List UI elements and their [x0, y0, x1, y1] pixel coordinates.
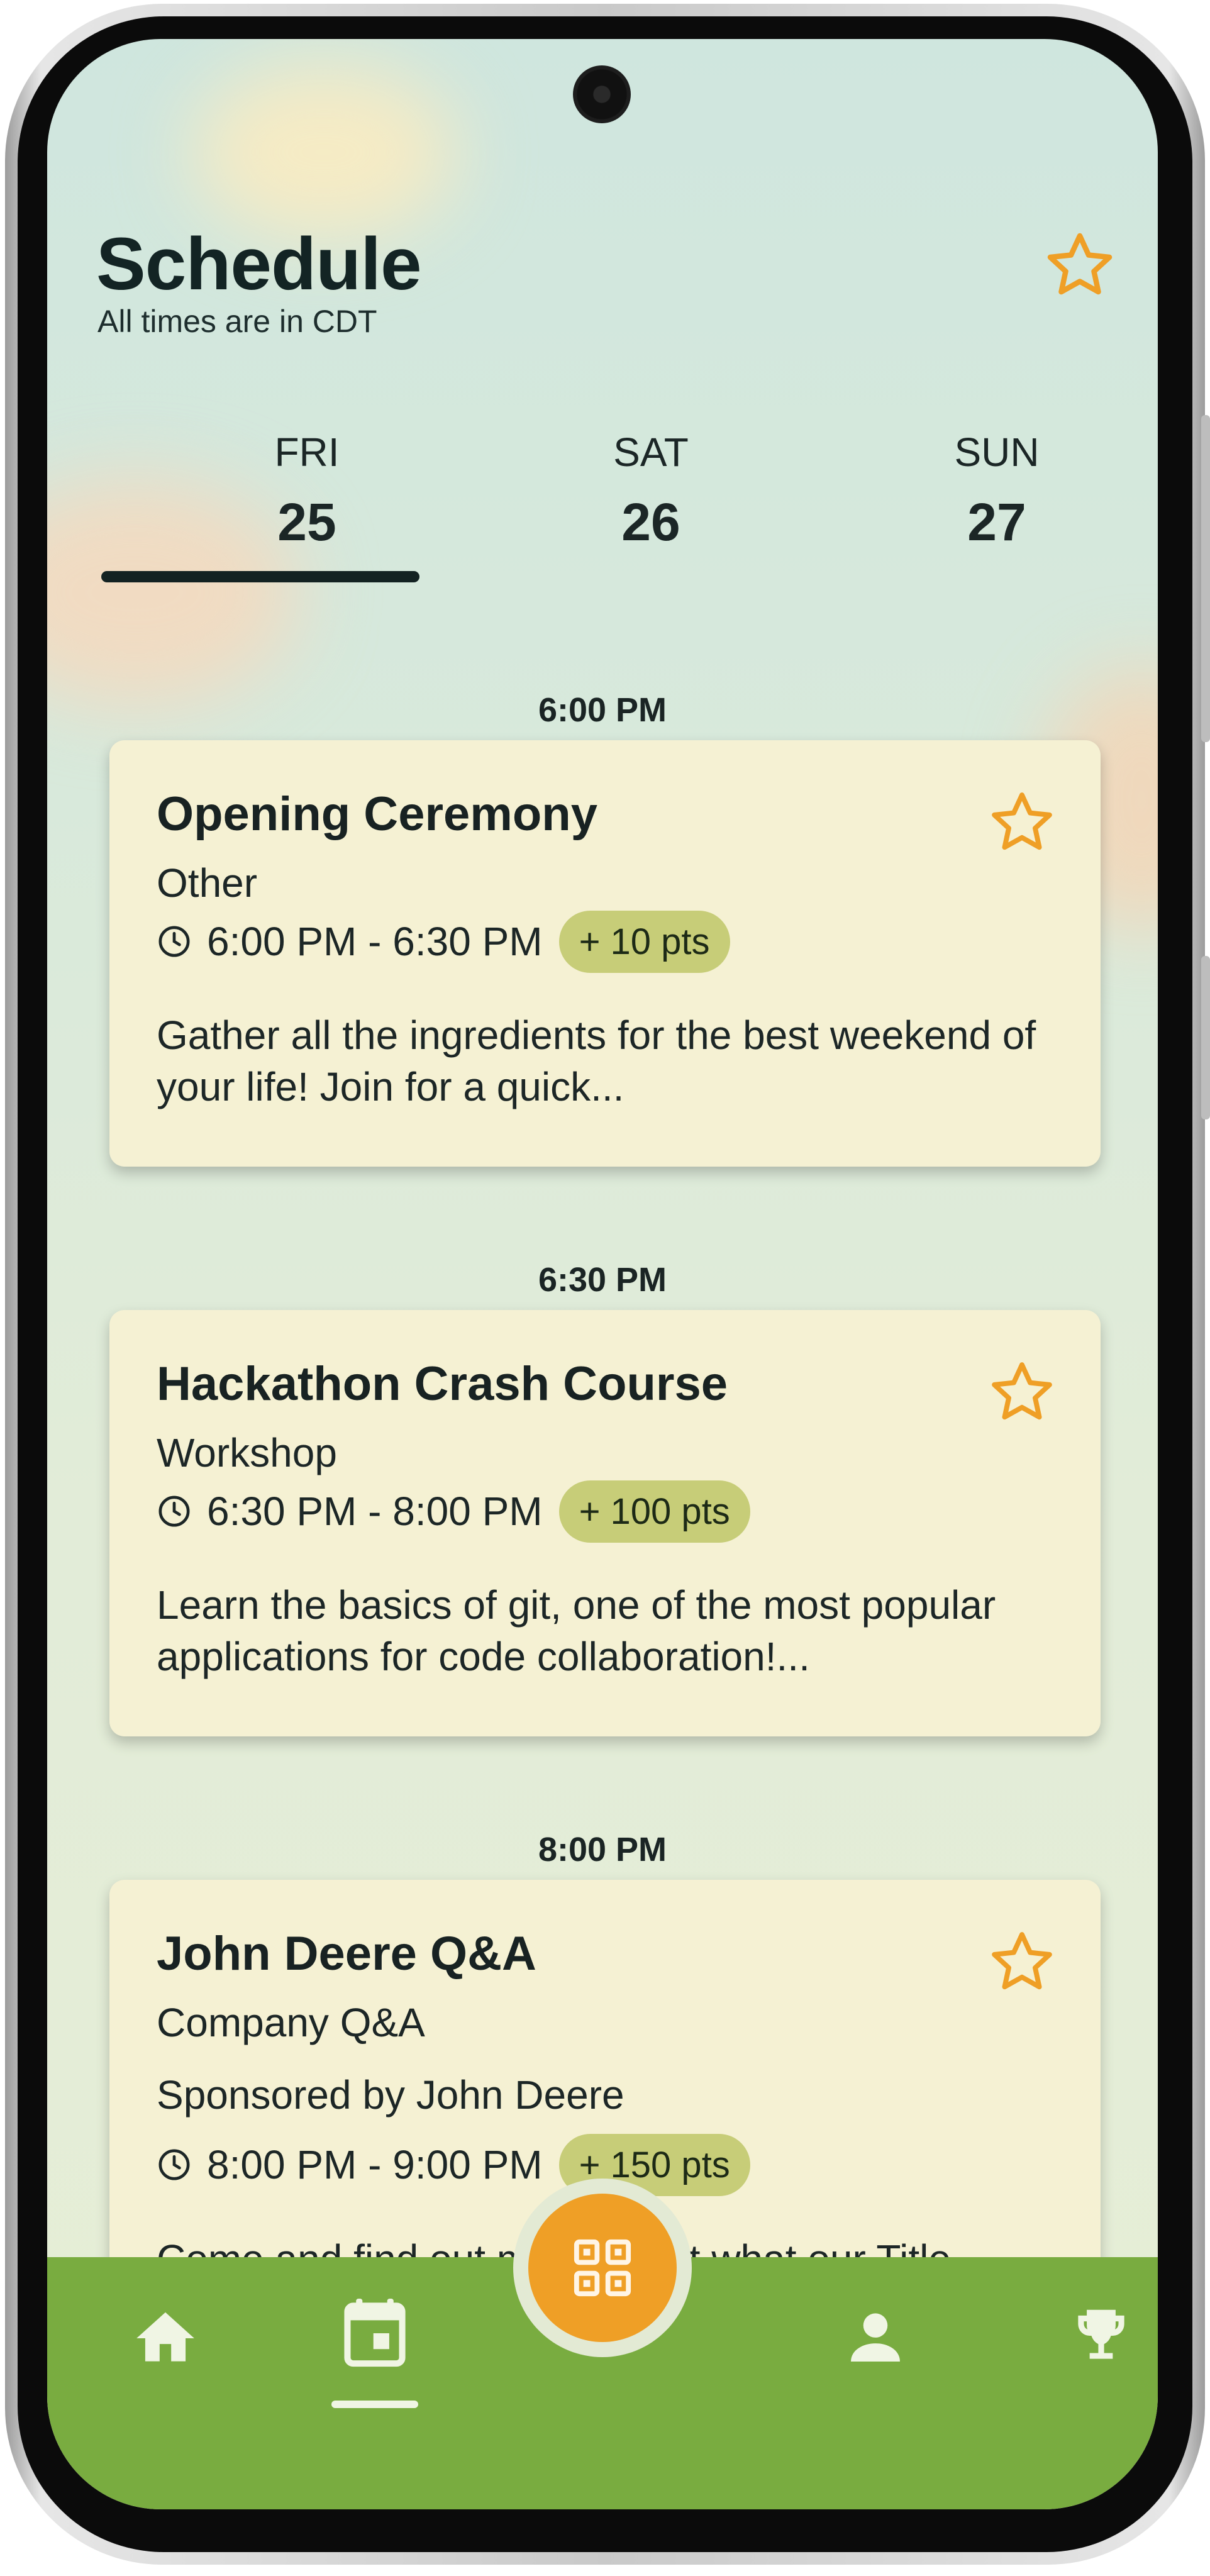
- day-tab-sat[interactable]: SAT 26: [494, 429, 808, 553]
- power-button: [1201, 956, 1210, 1119]
- event-time-row: 6:00 PM - 6:30 PM + 10 pts: [157, 907, 730, 976]
- event-card-opening-ceremony[interactable]: Opening Ceremony Other 6:00 PM - 6:30 PM…: [109, 740, 1101, 1167]
- front-camera: [573, 65, 631, 123]
- event-sponsor: Sponsored by John Deere: [157, 2072, 624, 2118]
- app-screen: Schedule All times are in CDT FRI 25 SAT…: [47, 39, 1158, 2509]
- home-icon[interactable]: [131, 2304, 200, 2373]
- day-name: SAT: [613, 430, 689, 475]
- page-title: Schedule: [96, 223, 422, 306]
- active-tab-indicator: [331, 2401, 418, 2408]
- day-date: 27: [967, 492, 1026, 552]
- event-category: Other: [157, 860, 258, 906]
- event-time: 6:30 PM - 8:00 PM: [207, 1489, 543, 1534]
- event-time-row: 6:30 PM - 8:00 PM + 100 pts: [157, 1477, 750, 1546]
- selected-day-indicator: [101, 571, 419, 582]
- event-title: Hackathon Crash Course: [157, 1357, 728, 1411]
- event-time: 8:00 PM - 9:00 PM: [207, 2142, 543, 2187]
- event-category: Company Q&A: [157, 2000, 425, 2045]
- time-slot-heading: 8:00 PM: [538, 1831, 667, 1868]
- clock-icon: [158, 926, 190, 957]
- day-date: 25: [277, 492, 336, 552]
- favorite-star-icon[interactable]: [987, 1927, 1057, 1997]
- profile-icon[interactable]: [841, 2302, 910, 2372]
- favorite-star-icon[interactable]: [987, 787, 1057, 858]
- event-description: Learn the basics of git, one of the most…: [157, 1582, 996, 1679]
- time-slot-heading: 6:00 PM: [538, 691, 667, 729]
- points-badge: + 10 pts: [558, 910, 730, 973]
- calendar-icon[interactable]: [340, 2292, 409, 2374]
- points-badge: + 100 pts: [558, 1480, 750, 1543]
- event-category: Workshop: [157, 1430, 337, 1475]
- qr-scan-button[interactable]: [528, 2194, 677, 2342]
- timezone-note: All times are in CDT: [97, 304, 377, 339]
- day-tab-fri[interactable]: FRI 25: [150, 429, 464, 553]
- event-time: 6:00 PM - 6:30 PM: [207, 919, 543, 964]
- volume-button: [1201, 415, 1210, 742]
- event-title: John Deere Q&A: [157, 1927, 536, 1980]
- day-name: SUN: [954, 430, 1040, 475]
- favorite-star-icon[interactable]: [987, 1357, 1057, 1428]
- event-card-hackathon-crash-course[interactable]: Hackathon Crash Course Workshop 6:30 PM …: [109, 1310, 1101, 1736]
- event-time-row: 8:00 PM - 9:00 PM + 150 pts: [157, 2130, 750, 2199]
- day-name: FRI: [274, 430, 340, 475]
- event-title: Opening Ceremony: [157, 787, 597, 841]
- favorites-star-icon[interactable]: [1042, 228, 1118, 303]
- event-description: Gather all the ingredients for the best …: [157, 1013, 1036, 1109]
- clock-icon: [158, 1496, 190, 1527]
- trophy-icon[interactable]: [1067, 2301, 1136, 2370]
- day-tab-sun[interactable]: SUN 27: [840, 429, 1154, 553]
- day-date: 26: [621, 492, 680, 552]
- time-slot-heading: 6:30 PM: [538, 1261, 667, 1299]
- qr-code-icon: [574, 2239, 631, 2297]
- background-blob: [192, 64, 456, 240]
- clock-icon: [158, 2149, 190, 2180]
